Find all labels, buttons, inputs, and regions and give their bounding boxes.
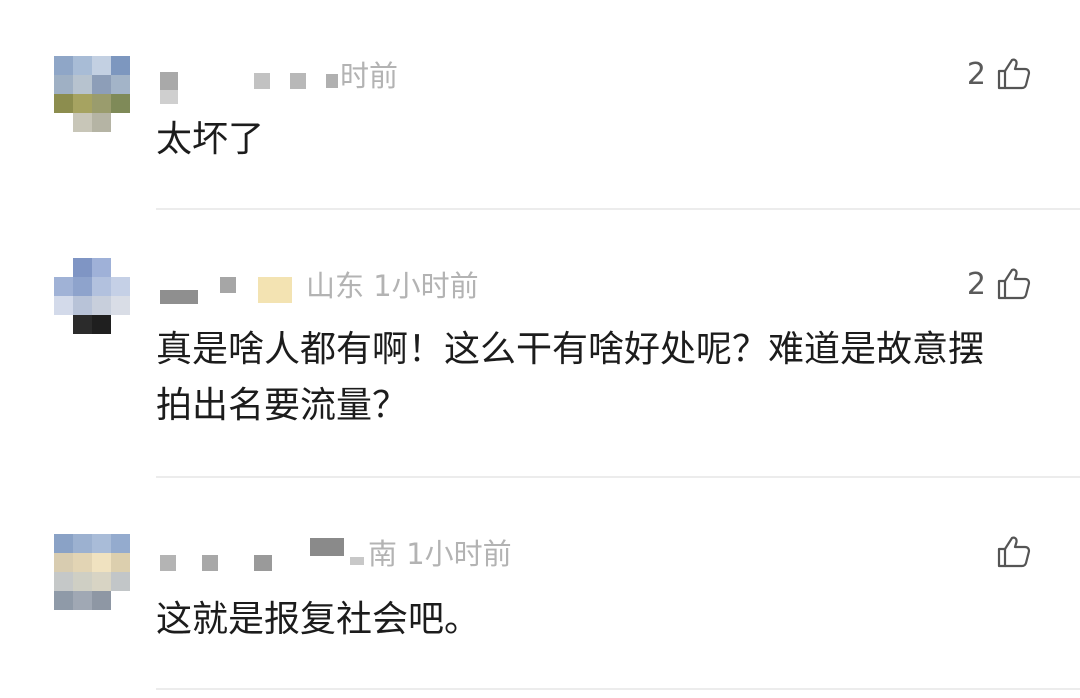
username-redacted	[160, 72, 178, 104]
redacted-block	[290, 73, 306, 89]
comment-location-time: 山东 1小时前	[306, 269, 479, 303]
thumbs-up-icon	[997, 58, 1031, 90]
like-button[interactable]: 2	[967, 54, 1032, 94]
redacted-block	[310, 538, 344, 556]
comment-text: 这就是报复社会吧。	[156, 599, 481, 640]
avatar[interactable]	[54, 56, 130, 132]
like-count: 2	[966, 266, 986, 302]
divider	[156, 476, 1080, 478]
like-button[interactable]: 2	[967, 264, 1032, 304]
avatar[interactable]	[54, 258, 130, 334]
redacted-block	[258, 277, 292, 303]
thumbs-up-icon	[997, 536, 1031, 568]
comment-meta: 山东 1小时前	[160, 264, 479, 304]
avatar[interactable]	[54, 534, 130, 610]
redacted-block	[326, 74, 338, 88]
redacted-block	[350, 557, 364, 565]
comment-text: 太坏了	[156, 119, 265, 160]
comment-meta: 南 1小时前	[160, 532, 512, 572]
comment-location-time: 南 1小时前	[368, 537, 512, 571]
username-redacted	[160, 555, 176, 571]
redacted-block	[220, 277, 236, 293]
divider	[156, 688, 1080, 690]
username-redacted	[160, 290, 198, 304]
comment-text: 真是啥人都有啊！这么干有啥好处呢？难道是故意摆拍出名要流量？	[156, 329, 985, 426]
redacted-block	[202, 555, 218, 571]
redacted-block	[254, 73, 270, 89]
divider	[156, 208, 1080, 210]
like-count: 2	[966, 56, 986, 92]
like-button[interactable]	[986, 532, 1032, 572]
thumbs-up-icon	[997, 268, 1031, 300]
comment-time: 时前	[340, 59, 399, 93]
comment-meta: 时前	[160, 54, 399, 104]
redacted-block	[254, 555, 272, 571]
